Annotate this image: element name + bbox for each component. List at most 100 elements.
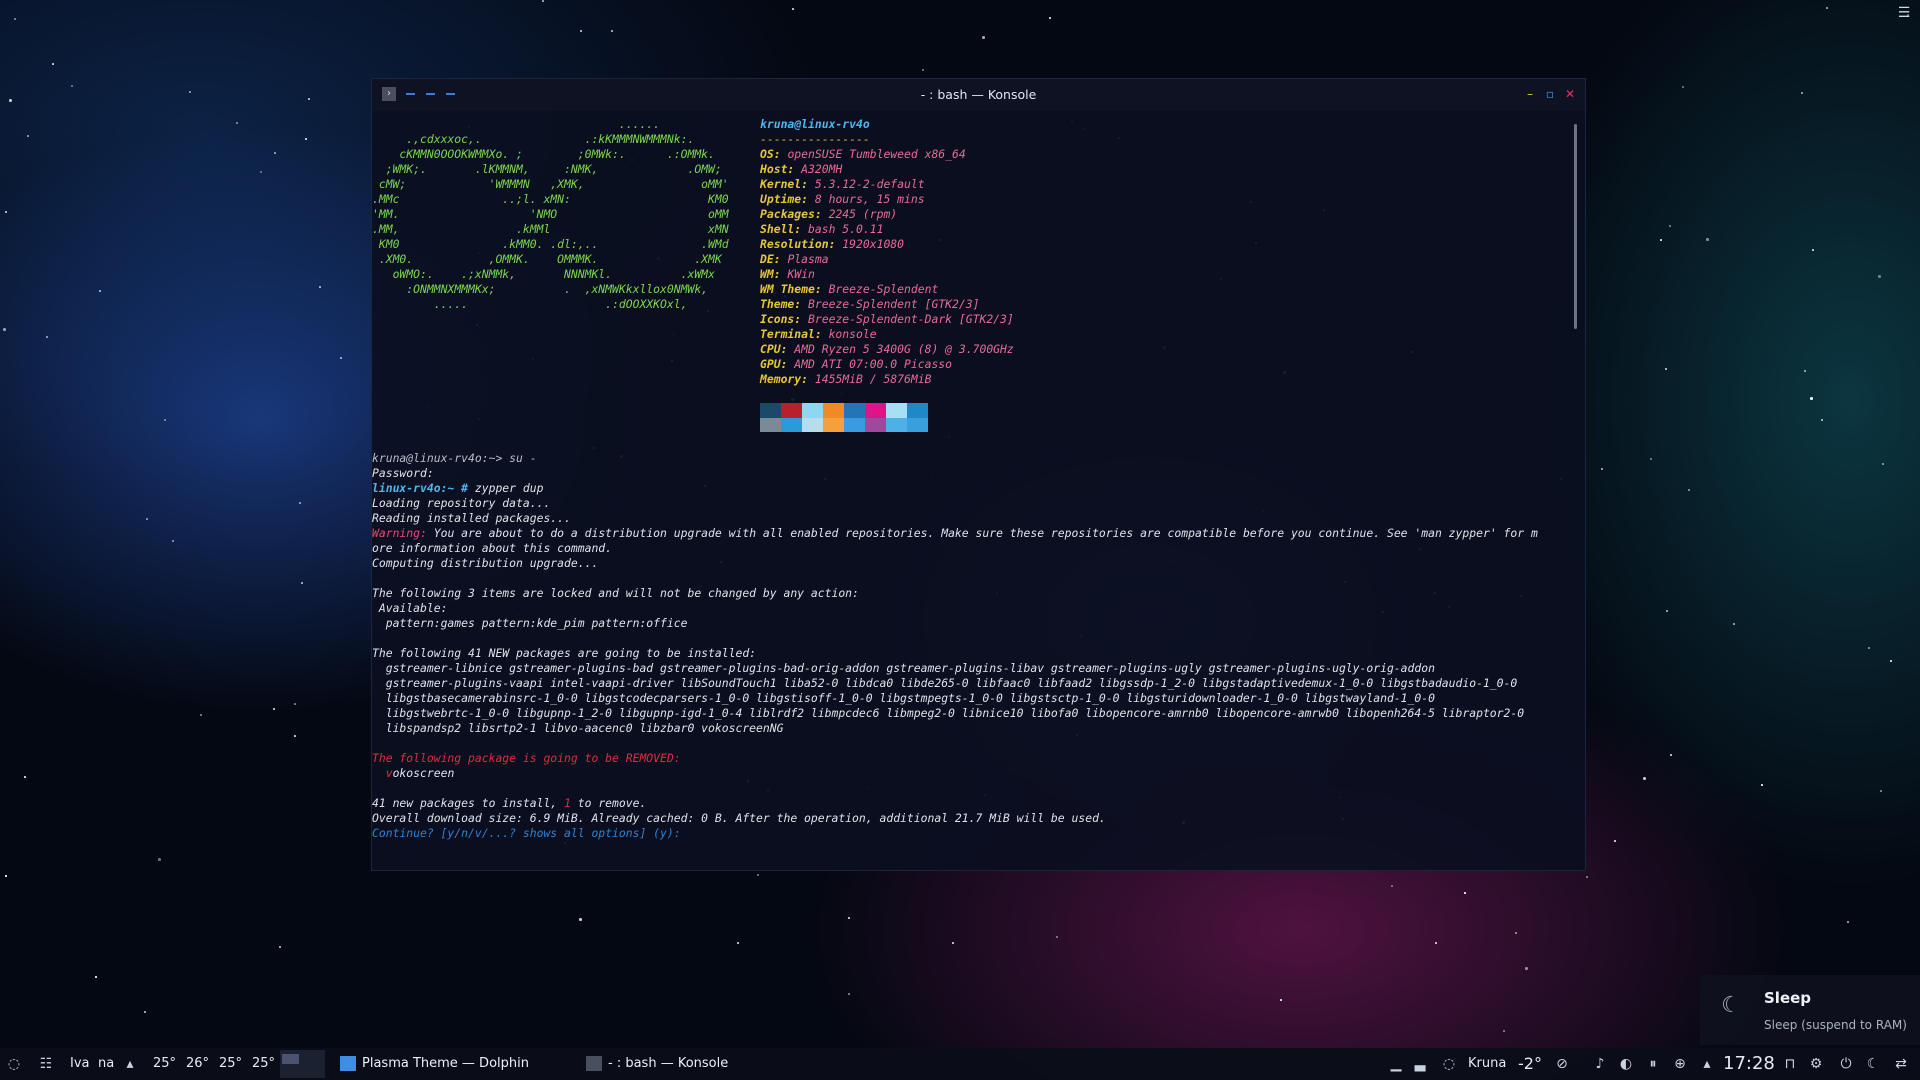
info-value: 1920x1080 <box>842 237 905 251</box>
star <box>305 138 307 140</box>
warning-line: ore information about this command. <box>372 541 613 555</box>
triangle-up-icon[interactable]: ▴ <box>1699 1056 1715 1072</box>
info-row: DE: Plasma <box>760 252 829 267</box>
star <box>319 286 321 288</box>
star <box>1650 458 1652 460</box>
star <box>1666 610 1668 612</box>
star <box>1882 463 1884 465</box>
removed-package: vokoscreen <box>372 766 455 780</box>
output-line: Computing distribution upgrade... <box>372 556 599 570</box>
star <box>144 1011 146 1013</box>
info-value: openSUSE Tumbleweed x86_64 <box>787 147 966 161</box>
info-row: OS: openSUSE Tumbleweed x86_64 <box>760 147 966 162</box>
terminal-output[interactable]: ...... .,cdxxxoc,. .:kKMMMNWMMMNk:. cKMM… <box>372 111 1571 870</box>
star <box>9 99 12 102</box>
star <box>611 30 613 32</box>
user-host: kruna@linux-rv4o <box>760 117 870 131</box>
desktop-menu-icon[interactable]: ☰ <box>1896 6 1912 20</box>
output-line: Available: <box>372 601 448 615</box>
info-label: Shell: <box>760 222 809 236</box>
warning-label: Warning: <box>372 526 427 540</box>
system-monitor-icon[interactable]: ▁ <box>1388 1056 1404 1072</box>
star <box>1821 419 1823 421</box>
star <box>158 858 161 861</box>
osd-subtitle: Sleep (suspend to RAM) <box>1764 1018 1907 1032</box>
notification-bell-icon[interactable]: ♪ <box>1592 1056 1608 1072</box>
star <box>1812 249 1814 251</box>
terminal-icon <box>586 1056 602 1071</box>
scrollbar[interactable] <box>1574 124 1577 329</box>
palette-swatch <box>865 417 886 432</box>
user-switch-icon[interactable]: ⚙ <box>1808 1056 1824 1072</box>
output-line: pattern:games pattern:kde_pim pattern:of… <box>372 616 688 630</box>
weather-icon[interactable]: ⊘ <box>1554 1056 1570 1072</box>
close-button[interactable]: ✕ <box>1563 87 1577 101</box>
warning-text: You are about to do a distribution upgra… <box>426 526 1538 540</box>
hibernate-icon[interactable]: ⇄ <box>1893 1056 1909 1072</box>
triangle-up-icon[interactable]: ▴ <box>122 1056 138 1072</box>
star <box>1880 790 1882 792</box>
star <box>1586 876 1588 878</box>
palette-swatch <box>760 403 781 418</box>
star <box>1847 921 1849 923</box>
star <box>1643 777 1646 780</box>
star <box>848 917 850 919</box>
bluetooth-icon[interactable]: ⊕ <box>1672 1056 1688 1072</box>
clock[interactable]: 17:28 <box>1723 1048 1775 1080</box>
palette-swatch <box>844 417 865 432</box>
info-value: Breeze-Splendent <box>828 282 939 296</box>
star <box>1660 239 1662 241</box>
star <box>792 8 794 10</box>
minimize-button[interactable]: – <box>1523 87 1537 101</box>
info-value: AMD Ryzen 5 3400G (8) @ 3.700GHz <box>794 342 1014 356</box>
network-icon[interactable]: ☷ <box>38 1056 54 1072</box>
star <box>3 328 6 331</box>
palette-swatch <box>802 417 823 432</box>
temperature-3: 25° <box>219 1056 243 1071</box>
star <box>1733 623 1735 625</box>
star <box>1761 784 1763 786</box>
user-name[interactable]: Kruna <box>1468 1048 1506 1080</box>
logo-art-line: cMW; 'WMMMN ,XMK, oMM' <box>372 177 729 191</box>
night-color-icon[interactable]: ◐ <box>1618 1056 1634 1072</box>
app-launcher-icon[interactable]: ◌ <box>6 1056 22 1072</box>
power-icon[interactable]: ⏻ <box>1838 1056 1854 1072</box>
task-konsole[interactable]: - : bash — Konsole <box>578 1050 813 1078</box>
continue-prompt[interactable]: Continue? [y/n/v/...? shows all options]… <box>372 826 681 841</box>
logo-art-line: 'MM. 'NMO oMM <box>372 207 729 221</box>
system-monitor-icon[interactable]: ▃ <box>1412 1056 1428 1072</box>
weather-now[interactable]: -2° <box>1518 1048 1542 1080</box>
info-row: WM Theme: Breeze-Splendent <box>760 282 938 297</box>
info-row: Kernel: 5.3.12-2-default <box>760 177 925 192</box>
download-size-line: Overall download size: 6.9 MiB. Already … <box>372 811 1106 825</box>
task-dolphin[interactable]: Plasma Theme — Dolphin <box>332 1050 577 1078</box>
sleep-icon[interactable]: ☾ <box>1865 1056 1881 1072</box>
palette-swatch <box>886 417 907 432</box>
virtual-desktop-pager[interactable] <box>280 1050 325 1078</box>
folder-icon <box>340 1056 356 1071</box>
info-value: Plasma <box>787 252 829 266</box>
star <box>1682 86 1684 88</box>
title-bar[interactable]: › - : bash — Konsole – ▫ ✕ <box>372 79 1585 111</box>
root-command-line: linux-rv4o:~ # zypper dup <box>372 481 543 496</box>
star <box>1391 885 1393 887</box>
palette-swatch <box>823 417 844 432</box>
user-avatar-icon[interactable]: ◌ <box>1441 1056 1457 1072</box>
info-label: WM: <box>760 267 788 281</box>
star <box>172 540 174 542</box>
palette-swatch <box>760 417 781 432</box>
maximize-button[interactable]: ▫ <box>1543 87 1557 101</box>
pager-desktop[interactable] <box>282 1054 299 1064</box>
info-label: OS: <box>760 147 788 161</box>
media-pause-icon[interactable]: ⏸ <box>1645 1056 1661 1072</box>
info-label: WM Theme: <box>760 282 829 296</box>
logo-art-line: ...... <box>372 117 661 131</box>
lock-icon[interactable]: ⊓ <box>1782 1056 1798 1072</box>
konsole-window[interactable]: › - : bash — Konsole – ▫ ✕ ...... .,cdxx… <box>371 78 1586 871</box>
star <box>1525 967 1528 970</box>
separator: ---------------- <box>760 132 870 146</box>
info-value: 5.3.12-2-default <box>814 177 925 191</box>
moon-icon: ☾ <box>1721 993 1741 1018</box>
info-value: 1455MiB / 5876MiB <box>814 372 932 386</box>
star <box>301 582 303 584</box>
